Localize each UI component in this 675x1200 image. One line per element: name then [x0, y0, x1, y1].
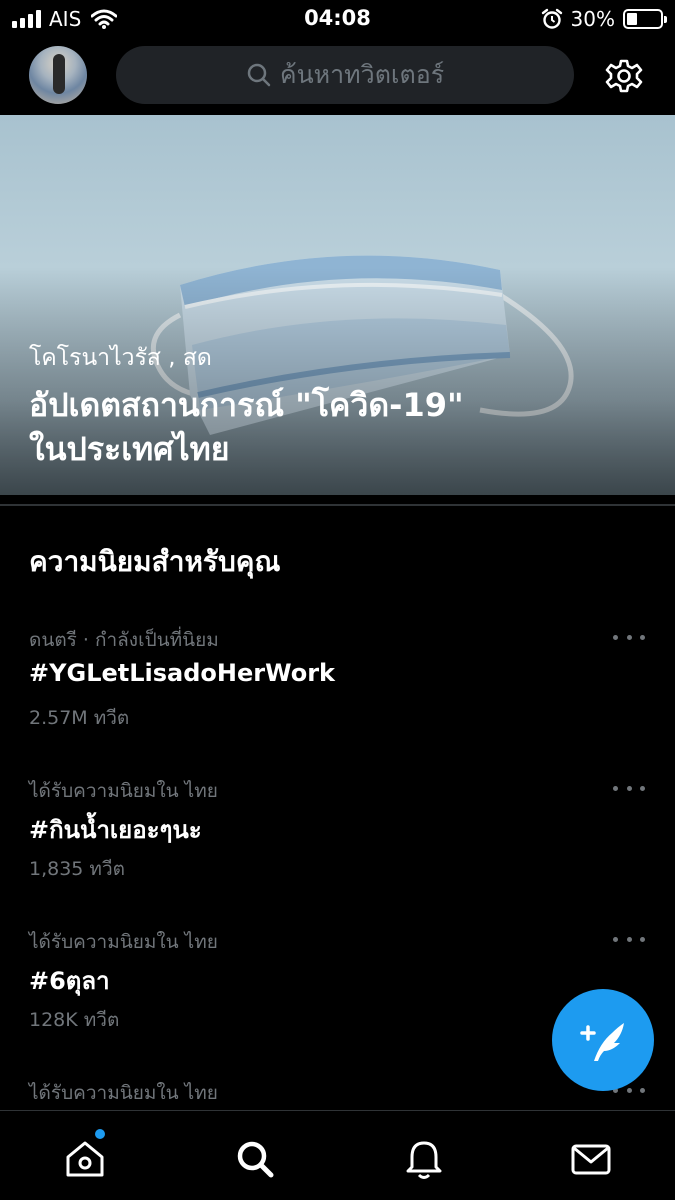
trend-item[interactable]: ดนตรี · กำลังเป็นที่นิยม #YGLetLisadoHer…: [0, 625, 675, 775]
section-title: ความนิยมสำหรับคุณ: [29, 545, 281, 578]
home-icon[interactable]: [63, 1137, 107, 1181]
gear-icon[interactable]: [604, 56, 644, 96]
battery-percent: 30%: [570, 7, 615, 31]
messages-icon[interactable]: [569, 1137, 613, 1181]
trend-context: ได้รับความนิยมใน ไทย: [29, 1082, 218, 1104]
search-icon: [247, 63, 271, 87]
notification-dot: [95, 1129, 105, 1139]
hero-event-card[interactable]: โคโรนาไวรัส , สด อัปเดตสถานการณ์ "โควิด-…: [0, 115, 675, 495]
search-placeholder: ค้นหาทวิตเตอร์: [279, 60, 445, 89]
hero-title-line2: ในประเทศไทย: [29, 430, 230, 468]
trend-context: ได้รับความนิยมใน ไทย: [29, 780, 218, 802]
divider: [0, 504, 675, 506]
more-icon[interactable]: [613, 631, 645, 643]
trend-context: ได้รับความนิยมใน ไทย: [29, 931, 218, 953]
status-bar: AIS 04:08 30%: [0, 0, 675, 40]
trend-tag: #YGLetLisadoHerWork: [29, 659, 335, 687]
battery-icon: [623, 9, 667, 29]
trend-count: 128K ทวีต: [29, 1009, 120, 1031]
trend-item[interactable]: ได้รับความนิยมใน ไทย: [0, 1078, 675, 1110]
hero-category: โคโรนาไวรัส , สด: [29, 345, 212, 371]
notifications-icon[interactable]: [402, 1137, 446, 1181]
bottom-tab-bar: [0, 1110, 675, 1200]
avatar[interactable]: [29, 46, 87, 104]
search-icon[interactable]: [233, 1137, 277, 1181]
search-input[interactable]: ค้นหาทวิตเตอร์: [116, 46, 574, 104]
trend-count: 2.57M ทวีต: [29, 707, 130, 729]
hero-title: อัปเดตสถานการณ์ "โควิด-19" ในประเทศไทย: [29, 383, 649, 471]
compose-feather-icon: [580, 1023, 624, 1061]
trend-tag: #6ตุลา: [29, 967, 110, 995]
trend-item[interactable]: ได้รับความนิยมใน ไทย #กินน้ำเยอะๆนะ 1,83…: [0, 776, 675, 926]
compose-tweet-button[interactable]: [552, 989, 654, 1091]
trend-context: ดนตรี · กำลังเป็นที่นิยม: [29, 629, 219, 651]
alarm-icon: [541, 8, 562, 29]
more-icon[interactable]: [613, 782, 645, 794]
more-icon[interactable]: [613, 933, 645, 945]
trend-count: 1,835 ทวีต: [29, 858, 125, 880]
trend-tag: #กินน้ำเยอะๆนะ: [29, 816, 202, 844]
hero-title-line1: อัปเดตสถานการณ์ "โควิด-19": [29, 386, 464, 424]
